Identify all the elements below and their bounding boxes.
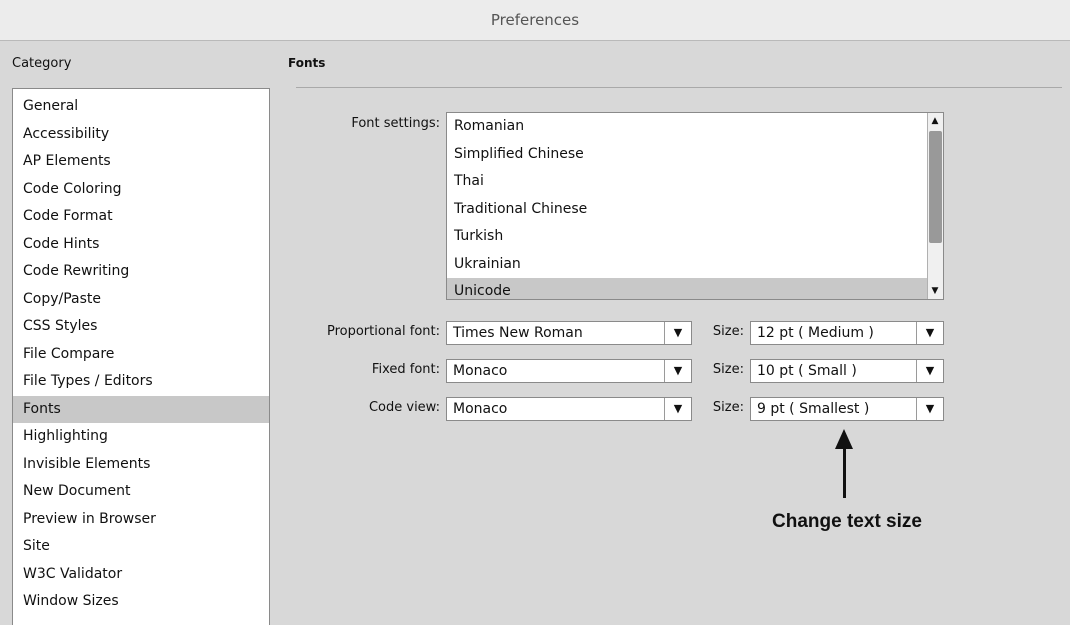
section-divider xyxy=(296,87,1062,88)
chevron-down-icon: ▼ xyxy=(664,360,691,382)
category-header: Category xyxy=(12,56,72,71)
font-settings-item[interactable]: Unicode xyxy=(447,278,927,299)
code-view-font-select[interactable]: Monaco ▼ xyxy=(446,397,692,421)
code-view-label: Code view: xyxy=(368,400,440,415)
chevron-down-icon: ▼ xyxy=(664,398,691,420)
proportional-size-label: Size: xyxy=(712,324,744,339)
section-title: Fonts xyxy=(288,56,326,70)
font-settings-item[interactable]: Turkish xyxy=(447,223,927,251)
fixed-font-select[interactable]: Monaco ▼ xyxy=(446,359,692,383)
proportional-font-select[interactable]: Times New Roman ▼ xyxy=(446,321,692,345)
category-item[interactable]: File Types / Editors xyxy=(13,368,269,396)
fixed-size-value: 10 pt ( Small ) xyxy=(757,363,857,379)
window-title: Preferences xyxy=(0,0,1070,41)
chevron-down-icon: ▼ xyxy=(664,322,691,344)
font-settings-label: Font settings: xyxy=(351,116,440,131)
category-item[interactable]: Accessibility xyxy=(13,121,269,149)
category-item[interactable]: Fonts xyxy=(13,395,269,423)
fixed-size-select[interactable]: 10 pt ( Small ) ▼ xyxy=(750,359,944,383)
category-item[interactable]: Code Hints xyxy=(13,231,269,259)
chevron-down-icon: ▼ xyxy=(916,360,943,382)
scroll-up-icon[interactable]: ▲ xyxy=(928,115,942,127)
category-list[interactable]: General Accessibility AP Elements Code Colo… xyxy=(12,88,270,625)
scroll-down-icon[interactable]: ▼ xyxy=(928,285,942,297)
scroll-thumb[interactable] xyxy=(929,131,942,243)
category-item[interactable]: CSS Styles xyxy=(13,313,269,341)
chevron-down-icon: ▼ xyxy=(916,398,943,420)
font-settings-item[interactable]: Traditional Chinese xyxy=(447,196,927,224)
code-view-font-value: Monaco xyxy=(453,401,508,417)
category-item[interactable]: Site xyxy=(13,533,269,561)
font-settings-item[interactable]: Thai xyxy=(447,168,927,196)
category-item[interactable]: Code Rewriting xyxy=(13,258,269,286)
category-item[interactable]: Preview in Browser xyxy=(13,506,269,534)
font-settings-items: Romanian Simplified Chinese Thai Traditiona… xyxy=(447,113,927,299)
fixed-font-label: Fixed font: xyxy=(371,362,440,377)
proportional-size-select[interactable]: 12 pt ( Medium ) ▼ xyxy=(750,321,944,345)
annotation-label: Change text size xyxy=(772,511,922,532)
category-item[interactable]: W3C Validator xyxy=(13,561,269,589)
category-item[interactable]: Highlighting xyxy=(13,423,269,451)
font-settings-item[interactable]: Romanian xyxy=(447,113,927,141)
category-item[interactable]: Copy/Paste xyxy=(13,286,269,314)
font-settings-scrollbar[interactable]: ▲ ▼ xyxy=(927,113,943,299)
fixed-font-value: Monaco xyxy=(453,363,508,379)
category-item[interactable]: File Compare xyxy=(13,341,269,369)
category-item[interactable]: Code Format xyxy=(13,203,269,231)
annotation-arrow-shaft xyxy=(843,446,846,498)
proportional-font-label: Proportional font: xyxy=(326,324,440,339)
font-settings-item[interactable]: Ukrainian xyxy=(447,251,927,279)
category-item[interactable]: Invisible Elements xyxy=(13,451,269,479)
font-settings-item[interactable]: Simplified Chinese xyxy=(447,141,927,169)
category-item[interactable]: Window Sizes xyxy=(13,588,269,616)
code-view-size-label: Size: xyxy=(712,400,744,415)
proportional-font-value: Times New Roman xyxy=(453,325,583,341)
code-view-size-value: 9 pt ( Smallest ) xyxy=(757,401,870,417)
proportional-size-value: 12 pt ( Medium ) xyxy=(757,325,874,341)
category-item[interactable]: General xyxy=(13,93,269,121)
code-view-size-select[interactable]: 9 pt ( Smallest ) ▼ xyxy=(750,397,944,421)
fixed-size-label: Size: xyxy=(712,362,744,377)
category-item[interactable]: New Document xyxy=(13,478,269,506)
chevron-down-icon: ▼ xyxy=(916,322,943,344)
category-item[interactable]: AP Elements xyxy=(13,148,269,176)
font-settings-list[interactable]: Romanian Simplified Chinese Thai Traditiona… xyxy=(446,112,944,300)
category-item[interactable]: Code Coloring xyxy=(13,176,269,204)
